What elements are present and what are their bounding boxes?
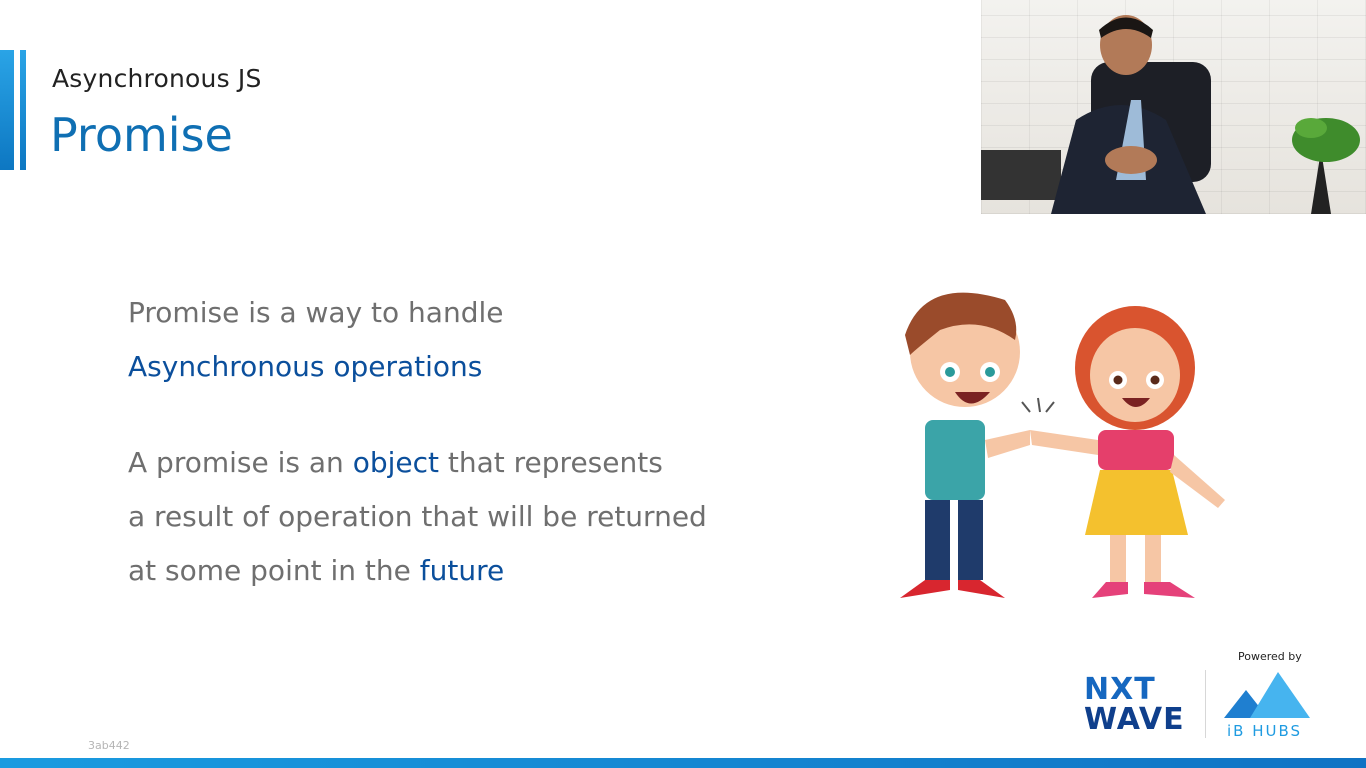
body-text-prefix: A promise is an — [128, 446, 353, 479]
body-line-3: A promise is an object that represents — [128, 436, 707, 490]
two-kids-illustration-icon — [900, 292, 1225, 598]
slide-body: Promise is a way to handle Asynchronous … — [128, 286, 707, 598]
watermark: 3ab442 — [88, 739, 130, 752]
body-line-4: a result of operation that will be retur… — [128, 500, 707, 533]
powered-by: Powered by — [1238, 650, 1302, 663]
accent-bar — [0, 50, 14, 170]
presenter-icon — [981, 15, 1360, 214]
nxtwave-logo-wave: WAVE — [1084, 702, 1185, 737]
body-line-5: at some point in the future — [128, 544, 707, 598]
ibhubs-logo-text: iB HUBS — [1227, 722, 1303, 740]
body-line-1: Promise is a way to handle — [128, 296, 504, 329]
accent-bar-thin — [20, 50, 26, 170]
slide-title: Promise — [50, 108, 233, 162]
presenter-video — [981, 0, 1366, 214]
highlight-object: object — [352, 446, 439, 479]
section-kicker: Asynchronous JS — [52, 64, 262, 93]
bottom-accent-strip — [0, 758, 1366, 768]
highlight-future: future — [419, 554, 505, 587]
brand-divider — [1205, 670, 1206, 738]
body-text-suffix: that represents — [439, 446, 663, 479]
body-line-2: Asynchronous operations — [128, 350, 483, 383]
ibhubs-mountain-icon — [1224, 672, 1310, 718]
body-text-prefix-2: at some point in the — [128, 554, 420, 587]
